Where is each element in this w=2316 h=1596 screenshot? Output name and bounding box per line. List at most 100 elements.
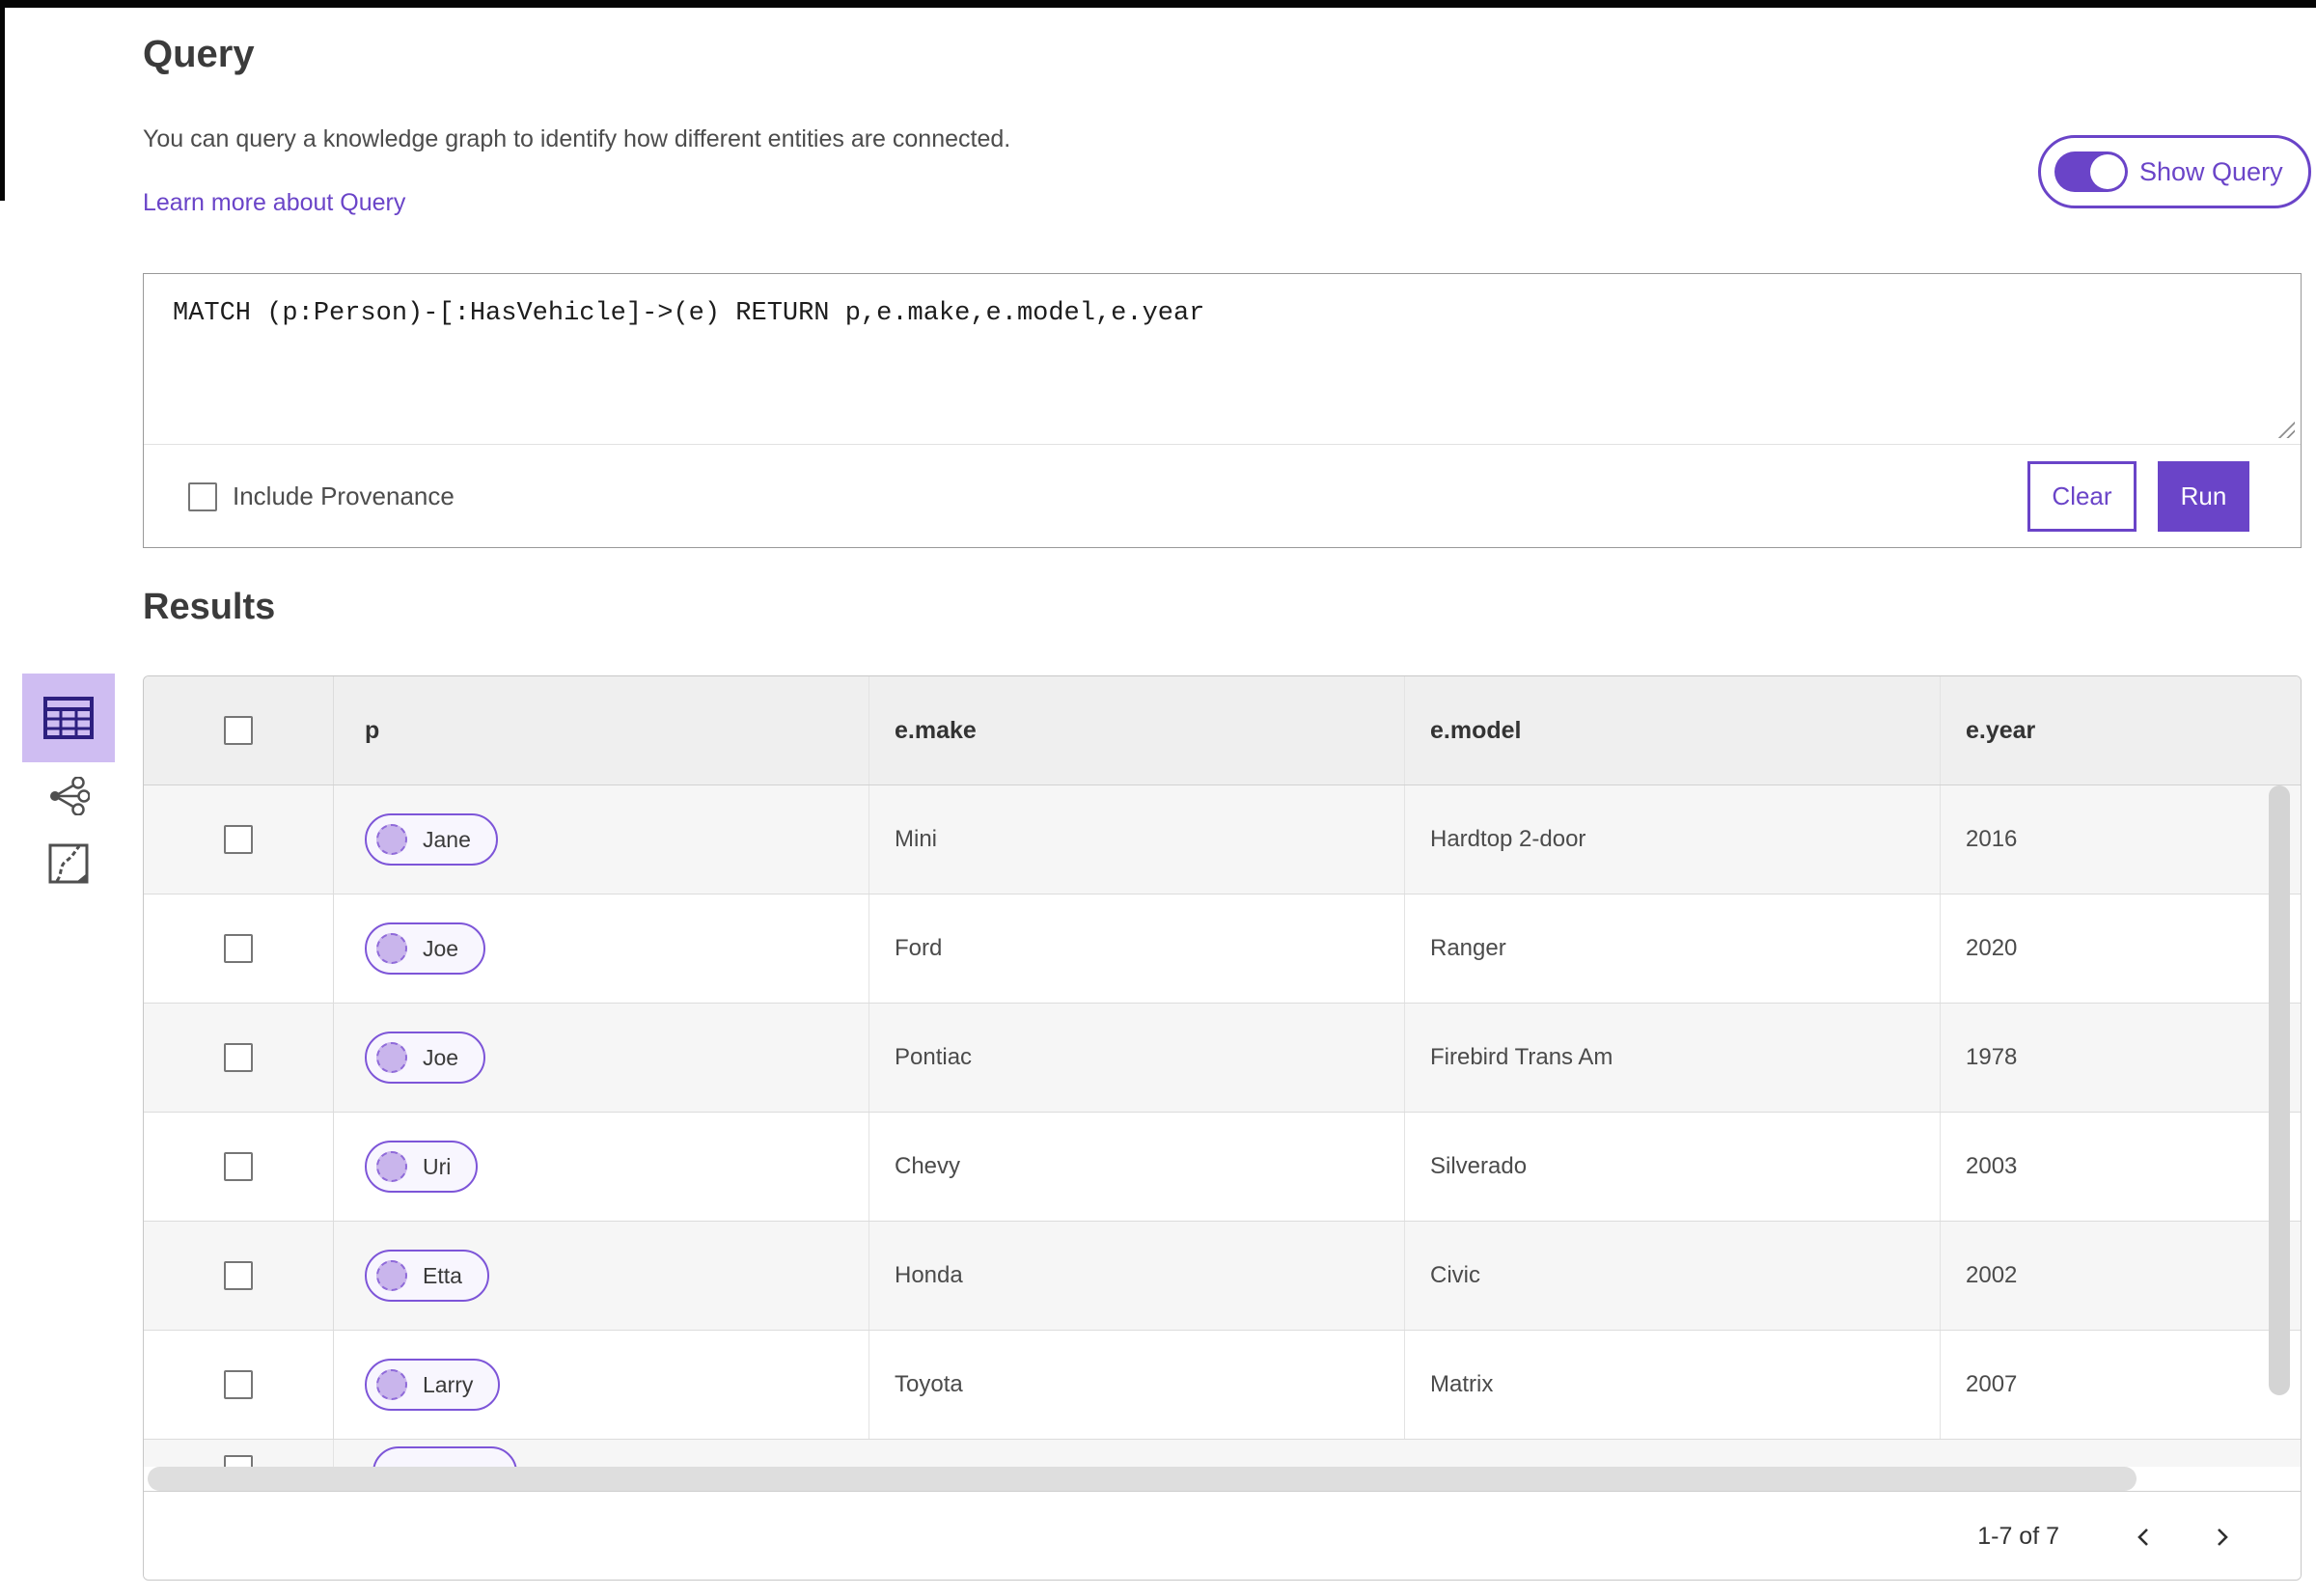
model-cell: Hardtop 2-door [1405,785,1941,894]
row-checkbox-cell [144,894,334,1003]
entity-cell: Uri [334,1113,869,1221]
entity-pill[interactable]: Jane [365,813,498,866]
pagination-range: 1-7 of 7 [1977,1523,2059,1550]
horizontal-scrollbar [144,1467,2301,1491]
entity-pill[interactable]: Joe [365,1032,486,1084]
entity-dot-icon [376,1369,407,1400]
cell-value: Pontiac [895,1044,973,1070]
horizontal-scrollbar-thumb[interactable] [148,1467,2137,1491]
row-checkbox-cell [144,1004,334,1112]
results-table: p e.make e.model e.year Jane Mini Hardto… [143,675,2302,1581]
include-provenance-checkbox[interactable] [188,482,217,511]
header-col-year[interactable]: e.year [1941,676,2301,784]
entity-dot-icon [376,1151,407,1182]
table-view-button[interactable] [22,674,115,762]
row-checkbox[interactable] [224,1152,253,1181]
entity-name: Uri [423,1153,452,1179]
model-cell: Silverado [1405,1113,1941,1221]
cell-value: 2020 [1966,935,2018,961]
entity-cell: Joe [334,894,869,1003]
map-icon [48,843,89,884]
show-query-label: Show Query [2139,156,2283,186]
run-button[interactable]: Run [2158,461,2249,532]
entity-cell: Joe [334,1004,869,1112]
row-checkbox[interactable] [224,1043,253,1072]
include-provenance-option: Include Provenance [188,482,455,511]
cell-value: Firebird Trans Am [1430,1044,1613,1070]
make-cell: Honda [869,1222,1405,1330]
table-icon [43,697,94,739]
header-checkbox-cell [144,676,334,784]
entity-cell: Jane [334,785,869,894]
entity-pill[interactable]: Joe [365,922,486,975]
chevron-left-icon [2137,1527,2148,1546]
show-query-toggle[interactable]: Show Query [2038,135,2311,208]
make-cell: Ford [869,894,1405,1003]
entity-cell: Etta [334,1222,869,1330]
cell-value: 2016 [1966,826,2018,852]
cell-value: 2003 [1966,1153,2018,1179]
entity-pill[interactable] [372,1446,517,1467]
query-panel-footer: Include Provenance Clear Run [144,445,2301,548]
cell-value: 1978 [1966,1044,2018,1070]
query-page: Query You can query a knowledge graph to… [0,0,2316,1596]
year-cell: 2003 [1941,1113,2301,1221]
row-checkbox[interactable] [224,934,253,963]
view-toolbar [22,674,115,897]
entity-pill[interactable]: Etta [365,1250,489,1302]
make-cell: Mini [869,785,1405,894]
row-checkbox-cell [144,1331,334,1439]
query-editor-panel: MATCH (p:Person)-[:HasVehicle]->(e) RETU… [143,273,2302,548]
cell-value: Chevy [895,1153,961,1179]
year-cell: 2020 [1941,894,2301,1003]
model-cell: Matrix [1405,1331,1941,1439]
header-col-p[interactable]: p [334,676,869,784]
row-checkbox[interactable] [224,1370,253,1399]
map-view-button[interactable] [22,830,115,897]
window-top-edge [0,0,2316,8]
column-label: e.model [1430,716,1522,744]
entity-dot-icon [376,824,407,855]
cell-value: Hardtop 2-door [1430,826,1586,852]
year-cell: 1978 [1941,1004,2301,1112]
row-checkbox-cell [144,1222,334,1330]
table-row: Larry Toyota Matrix 2007 [144,1331,2301,1440]
chevron-right-icon [2218,1527,2228,1546]
cell-value: Civic [1430,1262,1480,1288]
row-checkbox[interactable] [224,825,253,854]
previous-page-button[interactable] [2119,1512,2169,1562]
cell-value: Toyota [895,1371,963,1397]
clear-button[interactable]: Clear [2027,461,2137,532]
query-action-buttons: Clear Run [2027,461,2249,532]
table-row: Etta Honda Civic 2002 [144,1222,2301,1331]
cell-value: Honda [895,1262,963,1288]
row-checkbox-cell [144,1113,334,1221]
entity-name: Joe [423,1044,459,1070]
cell-value: Ranger [1430,935,1506,961]
next-page-button[interactable] [2196,1512,2247,1562]
select-all-checkbox[interactable] [224,716,253,745]
table-row: Joe Pontiac Firebird Trans Am 1978 [144,1004,2301,1113]
row-checkbox-cell [144,1440,334,1467]
cell-value: Ford [895,935,943,961]
cell-value: 2002 [1966,1262,2018,1288]
entity-pill[interactable]: Larry [365,1359,501,1411]
column-label: p [365,716,380,744]
link-chart-view-button[interactable] [22,762,115,830]
results-title: Results [143,587,276,627]
learn-more-link[interactable]: Learn more about Query [143,189,405,217]
header-col-make[interactable]: e.make [869,676,1405,784]
toggle-on-icon[interactable] [2054,151,2128,192]
table-row: Uri Chevy Silverado 2003 [144,1113,2301,1222]
pagination-bar: 1-7 of 7 [144,1491,2301,1580]
row-checkbox[interactable] [224,1455,253,1467]
entity-pill[interactable]: Uri [365,1141,479,1193]
table-header-row: p e.make e.model e.year [144,676,2301,785]
include-provenance-label: Include Provenance [233,482,455,510]
query-input[interactable]: MATCH (p:Person)-[:HasVehicle]->(e) RETU… [144,274,2301,443]
year-cell: 2007 [1941,1331,2301,1439]
row-checkbox[interactable] [224,1261,253,1290]
header-col-model[interactable]: e.model [1405,676,1941,784]
vertical-scrollbar-thumb[interactable] [2269,785,2290,1395]
cell-value: Matrix [1430,1371,1494,1397]
